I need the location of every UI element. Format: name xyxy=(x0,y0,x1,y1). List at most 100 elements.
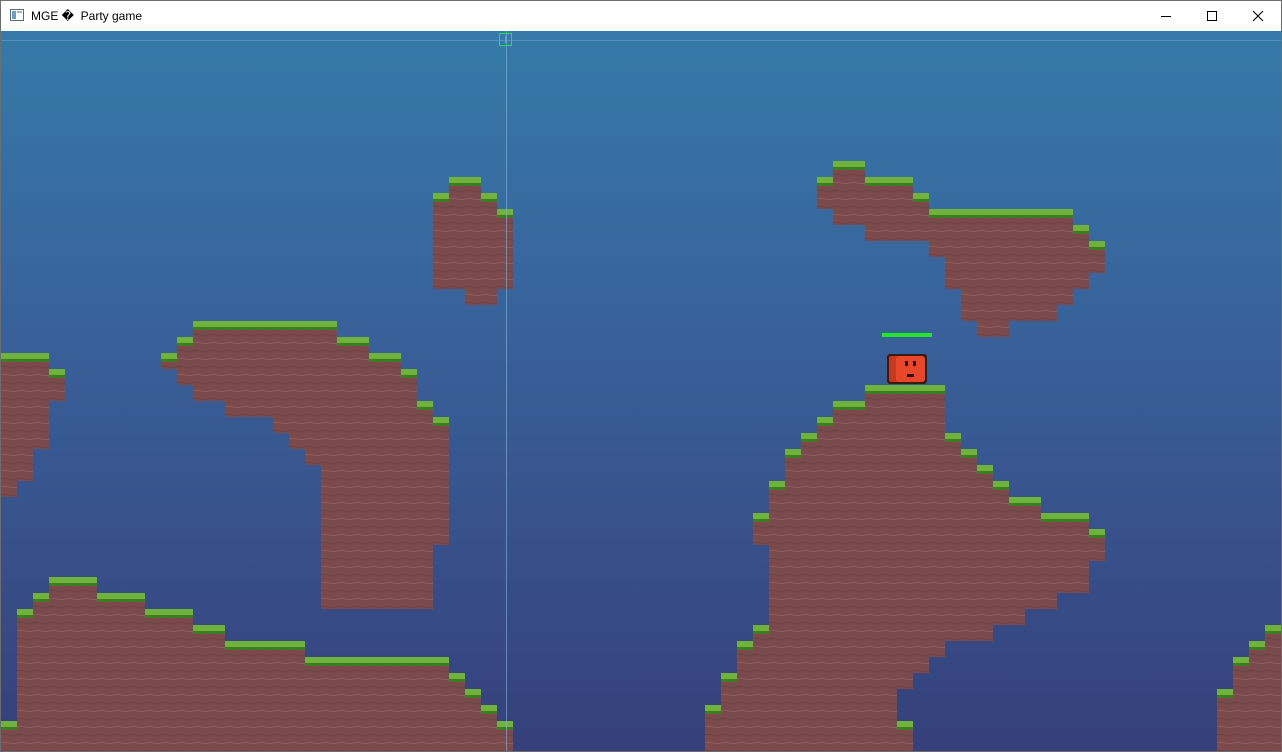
grass-edge xyxy=(465,695,481,698)
grass-top xyxy=(497,721,513,727)
terrain-tile-row xyxy=(1,465,33,481)
grass-edge xyxy=(193,631,225,634)
grass-top xyxy=(801,433,817,439)
grass-top xyxy=(1217,689,1233,695)
grass-edge xyxy=(833,407,865,410)
grass-top xyxy=(433,193,449,199)
grass-top xyxy=(705,705,721,711)
terrain-tile-row xyxy=(961,289,1073,305)
grass-top xyxy=(721,673,737,679)
grass-top xyxy=(817,177,833,183)
grass-top xyxy=(833,161,865,167)
grass-edge xyxy=(865,391,945,394)
terrain-tile-row xyxy=(321,513,449,529)
terrain-tile-row xyxy=(801,433,961,449)
grass-top xyxy=(1041,513,1089,519)
grass-top xyxy=(193,625,225,631)
level-terrain xyxy=(1,161,1281,751)
grass-edge xyxy=(1041,519,1089,522)
grass-edge xyxy=(1265,631,1281,634)
grass-top xyxy=(1,721,17,727)
grass-top xyxy=(417,401,433,407)
player-character xyxy=(887,354,927,384)
terrain-tile-row xyxy=(193,385,417,401)
minimize-button[interactable] xyxy=(1143,1,1189,31)
grass-top xyxy=(161,353,177,359)
grass-edge xyxy=(145,615,193,618)
grass-edge xyxy=(817,183,833,186)
grass-top xyxy=(177,337,193,343)
terrain-tile-row xyxy=(769,577,1089,593)
grass-edge xyxy=(705,711,721,714)
terrain-tile-row xyxy=(769,497,1041,513)
terrain-tile-row xyxy=(17,705,497,721)
terrain-tile-row xyxy=(705,737,913,751)
grass-top xyxy=(465,689,481,695)
terrain-tile-row xyxy=(705,705,897,721)
grass-edge xyxy=(1009,503,1041,506)
terrain-tile-row xyxy=(1,385,65,401)
grass-top xyxy=(145,609,193,615)
grass-edge xyxy=(177,343,193,346)
terrain-tile-row xyxy=(817,193,929,209)
grass-top xyxy=(1249,641,1265,647)
title-bar[interactable]: MGE � Party game xyxy=(1,1,1281,31)
terrain-tile-row xyxy=(817,417,945,433)
grass-edge xyxy=(993,487,1009,490)
terrain-tile-row xyxy=(433,273,513,289)
grass-top xyxy=(449,673,465,679)
terrain-tile-row xyxy=(769,545,1105,561)
grass-edge xyxy=(401,375,417,378)
grass-top xyxy=(33,593,49,599)
grass-top xyxy=(481,193,497,199)
grass-edge xyxy=(305,663,449,666)
grass-edge xyxy=(737,647,753,650)
terrain-tile-row xyxy=(961,305,1057,321)
grass-edge xyxy=(49,583,97,586)
grass-edge xyxy=(769,487,785,490)
island-floating-right xyxy=(817,161,1105,337)
window-title: MGE � Party game xyxy=(31,9,142,23)
terrain-tile-row xyxy=(17,689,481,705)
maximize-button[interactable] xyxy=(1189,1,1235,31)
terrain-tile-row xyxy=(161,353,401,369)
grass-edge xyxy=(865,183,913,186)
grass-top xyxy=(449,177,481,183)
grass-top xyxy=(49,577,97,583)
game-viewport[interactable] xyxy=(1,31,1281,751)
grass-top xyxy=(817,417,833,423)
grass-edge xyxy=(1073,231,1089,234)
grass-top xyxy=(865,177,913,183)
grass-edge xyxy=(161,359,177,362)
player-health-bar xyxy=(882,333,932,337)
terrain-tile-row xyxy=(705,721,913,737)
terrain-tile-row xyxy=(433,225,513,241)
terrain-tile-row xyxy=(321,561,433,577)
grass-top xyxy=(769,481,785,487)
terrain-tile-row xyxy=(769,593,1057,609)
terrain-tile-row xyxy=(737,657,929,673)
terrain-tile-row xyxy=(865,225,1089,241)
terrain-tile-row xyxy=(945,257,1105,273)
grass-edge xyxy=(481,711,497,714)
grass-edge xyxy=(929,215,1073,218)
grass-edge xyxy=(449,679,465,682)
grass-top xyxy=(753,625,769,631)
debug-guide-vertical xyxy=(506,31,507,751)
terrain-tile-row xyxy=(321,481,449,497)
grass-edge xyxy=(945,439,961,442)
terrain-tile-row xyxy=(225,401,433,417)
terrain-tile-row xyxy=(1,737,513,751)
terrain-tile-row xyxy=(321,497,449,513)
close-button[interactable] xyxy=(1235,1,1281,31)
terrain-tile-row xyxy=(929,241,1105,257)
mountain-right xyxy=(705,385,1105,751)
terrain-tile-row xyxy=(769,561,1089,577)
grass-edge xyxy=(1217,695,1233,698)
grass-top xyxy=(1089,529,1105,535)
terrain-tile-row xyxy=(321,545,433,561)
grass-top xyxy=(1233,657,1249,663)
terrain-tile-row xyxy=(753,513,1089,529)
terrain-tile-row xyxy=(785,465,993,481)
terrain-tile-row xyxy=(17,673,465,689)
